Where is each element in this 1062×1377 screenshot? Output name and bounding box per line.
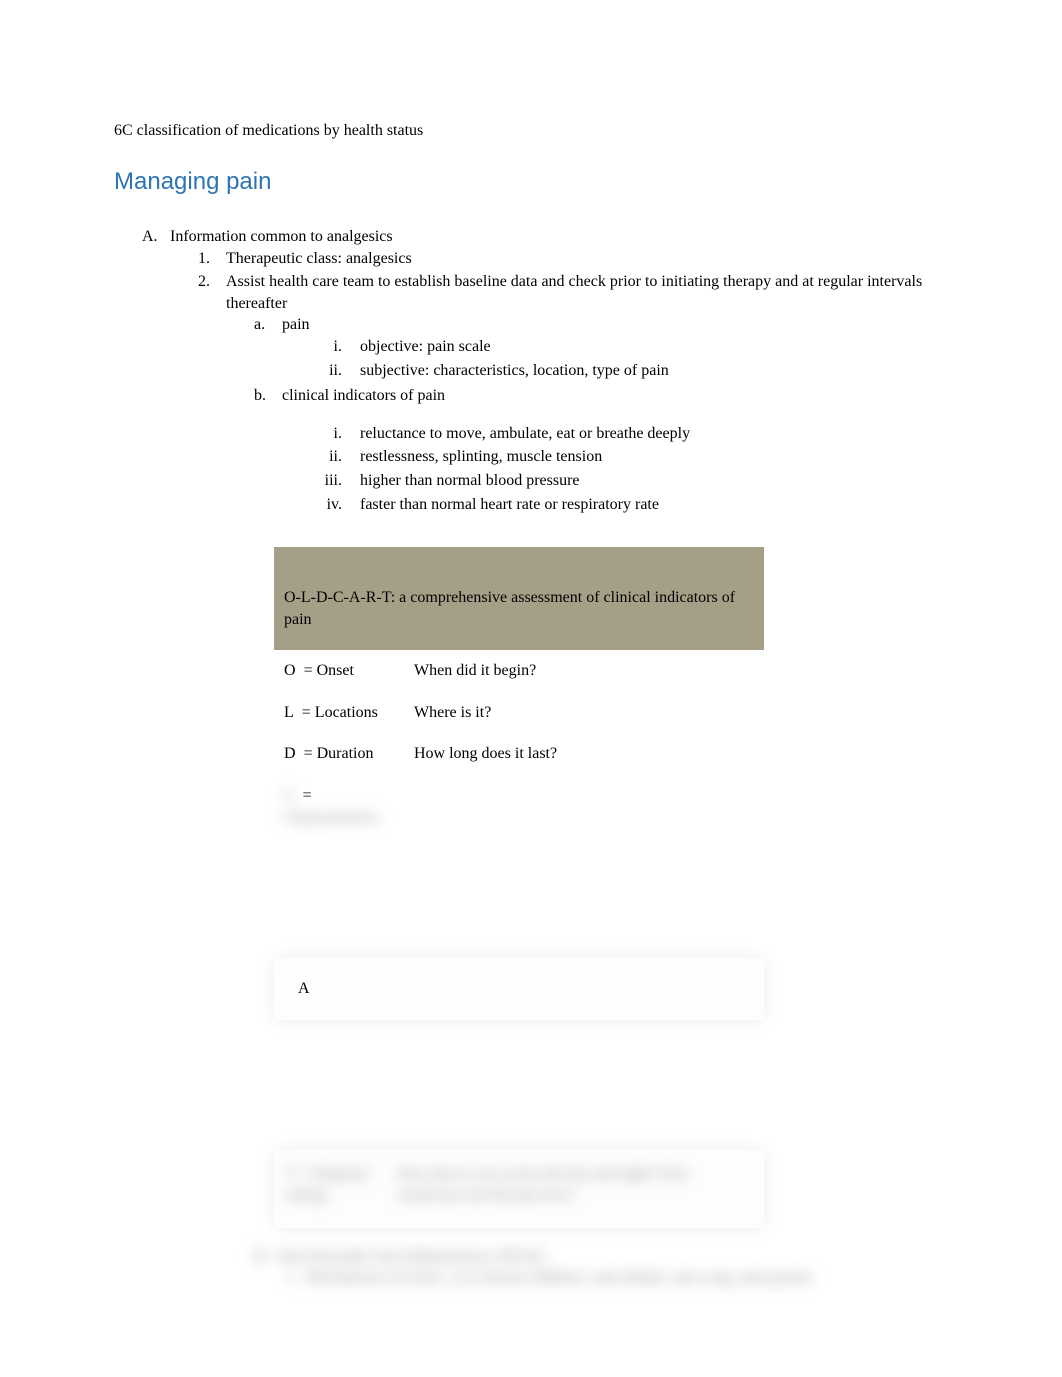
table-cell-term: O = Onset — [274, 650, 404, 692]
list-marker: iv. — [312, 494, 360, 516]
list-item-text: objective: pain scale — [360, 338, 491, 355]
list-marker: a. — [254, 314, 282, 383]
blurred-content-block: T = Temporal How does it vary across the… — [274, 1150, 764, 1228]
blurred-content: T = Temporal How does it vary across the… — [286, 1164, 752, 1206]
table-cell-question — [420, 978, 750, 1000]
list-marker: ii. — [312, 446, 360, 468]
list-marker: i. — [312, 336, 360, 358]
list-item-text: higher than normal blood pressure — [360, 472, 580, 489]
list-marker: 2. — [198, 271, 226, 519]
document-subtitle: 6C classification of medications by heal… — [114, 120, 948, 142]
list-marker: iii. — [312, 470, 360, 492]
section-heading-managing-pain: Managing pain — [114, 166, 948, 198]
mnemonic-term: = Duration — [304, 745, 374, 762]
mnemonic-term: = Locations — [302, 704, 378, 721]
blurred-content: C — [284, 787, 295, 804]
mnemonic-letter: A — [298, 980, 310, 997]
list-marker: i. — [312, 423, 360, 445]
list-item-text: clinical indicators of pain — [282, 387, 445, 404]
mnemonic-letter: D — [284, 745, 296, 762]
list-marker: ii. — [312, 360, 360, 382]
table-cell-question: How long does it last? — [404, 733, 764, 775]
mnemonic-term: = — [303, 787, 312, 804]
table-header: O-L-D-C-A-R-T: a comprehensive assessmen… — [274, 547, 764, 650]
table-cell-term: D = Duration — [274, 733, 404, 775]
table-cell-term: L = Locations — [274, 692, 404, 734]
list-item-text: pain — [282, 316, 310, 333]
outline-root: A. Information common to analgesics 1. T… — [142, 226, 948, 521]
blurred-content: B. Non-Steroidal Anti-Inflammatory (NSAI… — [254, 1246, 948, 1289]
mnemonic-term: = Onset — [304, 662, 354, 679]
list-item-text: reluctance to move, ambulate, eat or bre… — [360, 425, 690, 442]
table-cell-question: When did it begin? — [404, 650, 764, 692]
mnemonic-letter: O — [284, 662, 296, 679]
list-marker: 1. — [198, 248, 226, 270]
list-item-text: Therapeutic class: analgesics — [226, 250, 412, 267]
table-cell-question: Where is it? — [404, 692, 764, 734]
list-item-text: Assist health care team to establish bas… — [226, 273, 922, 312]
table-cell-term: A — [288, 978, 418, 1000]
list-marker: b. — [254, 385, 282, 517]
list-item-text: Information common to analgesics — [170, 228, 393, 245]
list-marker: A. — [142, 226, 170, 521]
list-item-text: faster than normal heart rate or respira… — [360, 496, 659, 513]
table-cell-question — [404, 775, 764, 838]
oldcart-table: O-L-D-C-A-R-T: a comprehensive assessmen… — [274, 547, 764, 838]
table-cell-term: C = Characteristics — [274, 775, 404, 838]
list-item-text: restlessness, splinting, muscle tension — [360, 448, 602, 465]
mnemonic-letter: L — [284, 704, 294, 721]
blurred-content: Characteristics — [284, 809, 379, 826]
blurred-row-block: A — [274, 958, 764, 1020]
list-item-text: subjective: characteristics, location, t… — [360, 362, 669, 379]
